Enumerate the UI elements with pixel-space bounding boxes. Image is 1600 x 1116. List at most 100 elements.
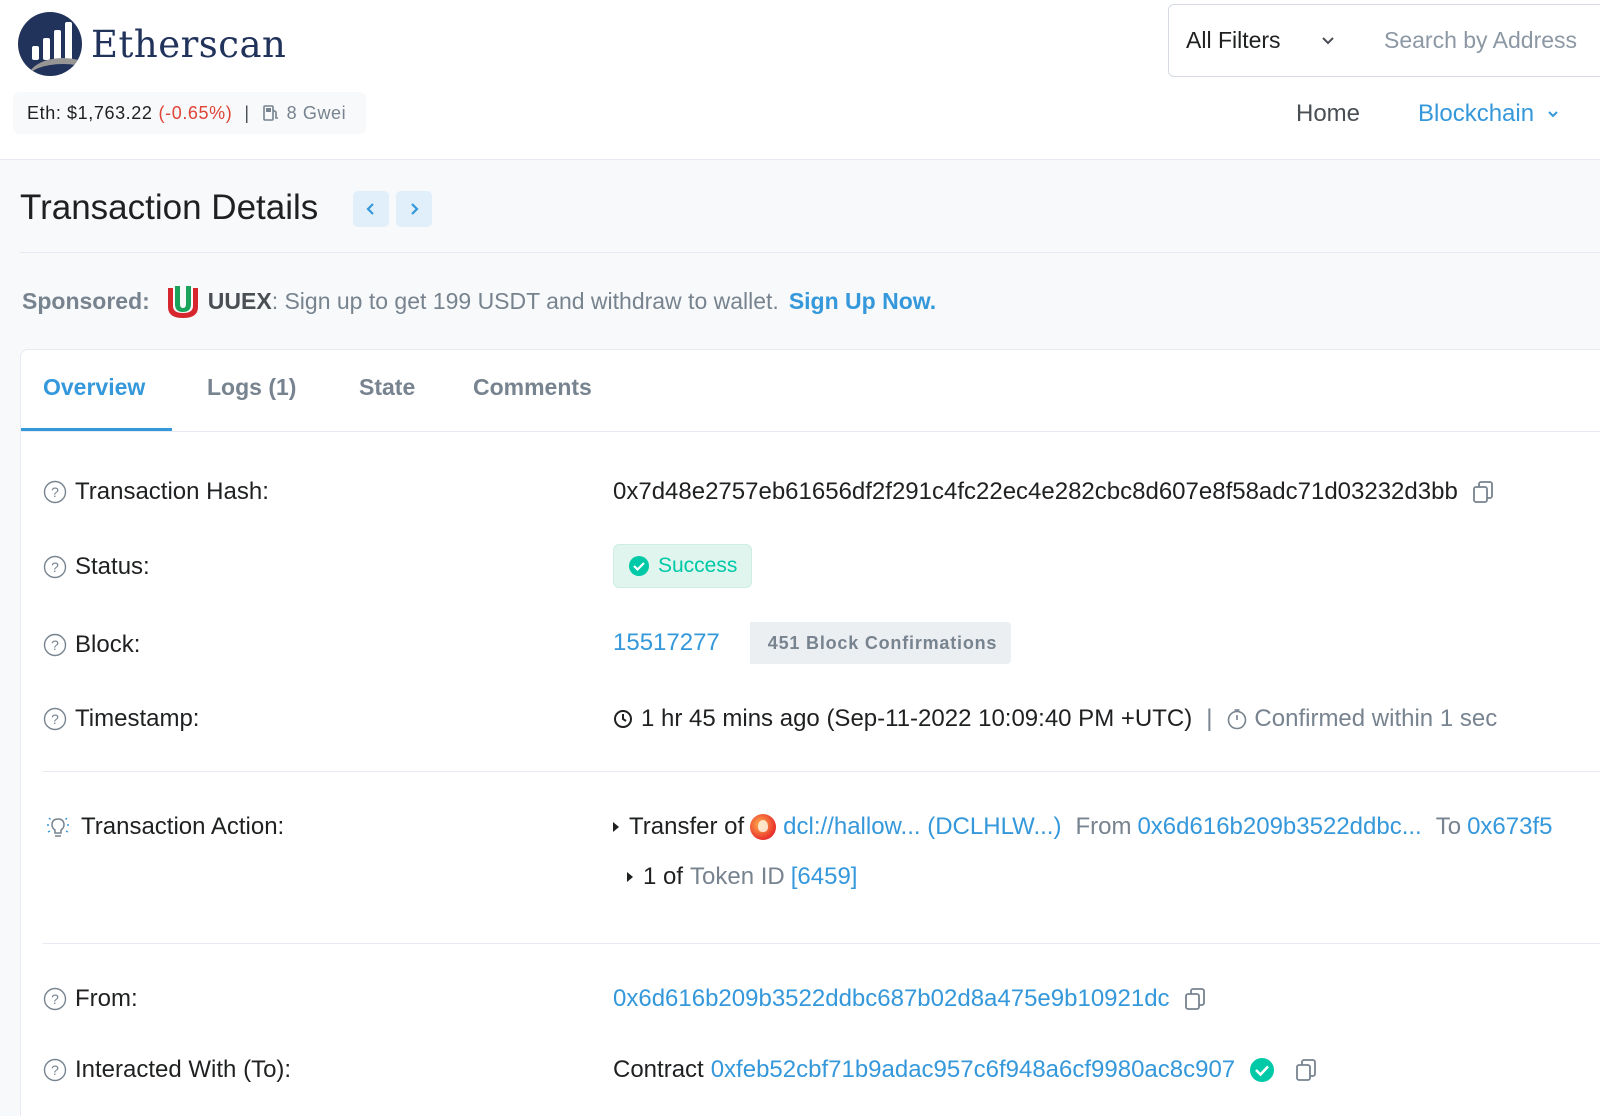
timestamp-value-row: 1 hr 45 mins ago (Sep-11-2022 10:09:40 P… — [613, 705, 1497, 733]
from-value-row: 0x6d616b209b3522ddbc687b02d8a475e9b10921… — [613, 985, 1206, 1013]
search-filter-select[interactable]: All Filters — [1168, 4, 1366, 77]
gas-value: 8 Gwei — [286, 102, 347, 123]
transaction-card: Overview Logs (1) State Comments ? Trans… — [20, 349, 1600, 1116]
token-id-label: Token ID — [690, 863, 785, 890]
action-qty: 1 of — [643, 863, 684, 890]
tab-overview[interactable]: Overview — [43, 374, 145, 401]
hash-value-row: 0x7d48e2757eb61656df2f291c4fc22ec4e282cb… — [613, 478, 1494, 506]
svg-text:?: ? — [51, 484, 59, 500]
help-icon[interactable]: ? — [43, 633, 67, 657]
action-value-row: Transfer of dcl://hallow... (DCLHLW...) … — [613, 813, 1552, 841]
hash-label-row: ? Transaction Hash: — [43, 478, 269, 506]
check-circle-icon — [629, 556, 649, 576]
timestamp-separator: | — [1206, 705, 1213, 732]
chevron-right-icon — [411, 203, 419, 215]
nav-blockchain[interactable]: Blockchain — [1418, 100, 1560, 128]
nav-home[interactable]: Home — [1296, 100, 1360, 128]
eth-price[interactable]: $1,763.22 — [67, 103, 152, 124]
search-input[interactable]: Search by Address — [1365, 4, 1600, 77]
block-label: Block: — [75, 631, 141, 658]
sponsor-message: : Sign up to get 199 USDT and withdraw t… — [271, 287, 779, 314]
status-label: Status: — [75, 553, 150, 580]
to-label: Interacted With (To): — [75, 1056, 292, 1083]
eth-price-bar: Eth: $1,763.22 (-0.65%) | 8 Gwei — [13, 92, 367, 134]
section-divider — [43, 771, 1600, 772]
from-label: From: — [75, 985, 138, 1012]
confirmed-within: Confirmed within 1 sec — [1254, 705, 1498, 732]
gas-price[interactable]: 8 Gwei — [262, 103, 347, 124]
caret-right-icon — [613, 822, 619, 832]
eth-change: (-0.65%) — [158, 102, 233, 123]
eth-label: Eth: — [27, 102, 62, 123]
tab-logs[interactable]: Logs (1) — [207, 374, 296, 401]
active-tab-indicator — [21, 428, 172, 431]
svg-text:?: ? — [51, 1062, 59, 1078]
block-label-row: ? Block: — [43, 631, 140, 659]
clock-icon — [614, 710, 632, 728]
gas-pump-icon — [262, 105, 278, 121]
uuex-logo-icon — [167, 286, 198, 318]
timestamp-label-row: ? Timestamp: — [43, 705, 199, 733]
page-title: Transaction Details — [20, 188, 319, 227]
tab-comments[interactable]: Comments — [473, 374, 592, 401]
nav-blockchain-label: Blockchain — [1418, 100, 1535, 127]
to-label-row: ? Interacted With (To): — [43, 1056, 291, 1084]
token-icon — [750, 814, 777, 840]
to-value-row: Contract 0xfeb52cbf71b9adac957c6f948a6cf… — [613, 1056, 1317, 1084]
action-label-row: Transaction Action: — [43, 813, 284, 841]
logo-text: Etherscan — [91, 22, 287, 66]
etherscan-logo[interactable]: Etherscan — [18, 12, 286, 76]
help-icon[interactable]: ? — [43, 1058, 67, 1082]
next-transaction-button[interactable] — [396, 191, 432, 227]
lightbulb-icon — [47, 817, 69, 837]
action-transfer-text: Transfer of — [629, 813, 745, 840]
action-label: Transaction Action: — [81, 813, 285, 840]
tab-state[interactable]: State — [359, 374, 415, 401]
token-id-link[interactable]: [6459] — [791, 863, 858, 891]
from-address-link[interactable]: 0x6d616b209b3522ddbc687b02d8a475e9b10921… — [613, 985, 1170, 1013]
action-to-label: To — [1435, 813, 1462, 840]
action-to-link[interactable]: 0x673f5 — [1467, 813, 1552, 841]
verified-check-icon — [1250, 1058, 1275, 1082]
sponsor-signup-link[interactable]: Sign Up Now. — [789, 288, 936, 315]
help-icon[interactable]: ? — [43, 987, 67, 1011]
title-divider — [20, 252, 1600, 253]
svg-text:?: ? — [51, 559, 59, 575]
block-confirmations-badge: 451 Block Confirmations — [735, 622, 1012, 664]
svg-text:?: ? — [51, 991, 59, 1007]
copy-icon[interactable] — [1295, 1058, 1317, 1082]
copy-icon[interactable] — [1184, 987, 1206, 1011]
svg-text:?: ? — [51, 637, 59, 653]
section-divider — [43, 943, 1600, 944]
help-icon[interactable]: ? — [43, 555, 67, 579]
price-separator: | — [244, 102, 250, 123]
copy-icon[interactable] — [1472, 480, 1494, 504]
sponsor-brand[interactable]: UUEX — [208, 288, 272, 315]
status-label-row: ? Status: — [43, 553, 150, 581]
transaction-hash: 0x7d48e2757eb61656df2f291c4fc22ec4e282cb… — [613, 478, 1458, 505]
to-prefix: Contract — [613, 1056, 704, 1083]
chevron-left-icon — [366, 203, 374, 215]
tab-bar: Overview Logs (1) State Comments — [21, 350, 1600, 432]
block-value-row: 15517277 451 Block Confirmations — [613, 622, 1012, 664]
chevron-down-icon — [1322, 37, 1334, 45]
action-token-link[interactable]: dcl://hallow... (DCLHLW...) — [783, 813, 1061, 841]
timestamp-label: Timestamp: — [75, 705, 200, 732]
etherscan-logo-icon — [18, 12, 82, 76]
sponsored-label: Sponsored: — [22, 287, 150, 314]
previous-transaction-button[interactable] — [353, 191, 389, 227]
svg-text:?: ? — [51, 711, 59, 727]
help-icon[interactable]: ? — [43, 480, 67, 504]
action-from-link[interactable]: 0x6d616b209b3522ddbc... — [1137, 813, 1421, 841]
help-icon[interactable]: ? — [43, 707, 67, 731]
block-number-link[interactable]: 15517277 — [613, 629, 720, 657]
contract-address-link[interactable]: 0xfeb52cbf71b9adac957c6f948a6cf9980ac8c9… — [711, 1056, 1235, 1084]
from-label-row: ? From: — [43, 985, 138, 1013]
action-from-label: From — [1075, 813, 1132, 840]
stopwatch-icon — [1228, 709, 1247, 730]
hash-label: Transaction Hash: — [75, 478, 269, 505]
caret-right-icon — [627, 872, 633, 882]
status-value-row: Success — [613, 544, 753, 588]
timestamp-value: 1 hr 45 mins ago (Sep-11-2022 10:09:40 P… — [641, 705, 1193, 732]
sponsored-banner: Sponsored: UUEX : Sign up to get 199 USD… — [22, 282, 936, 320]
